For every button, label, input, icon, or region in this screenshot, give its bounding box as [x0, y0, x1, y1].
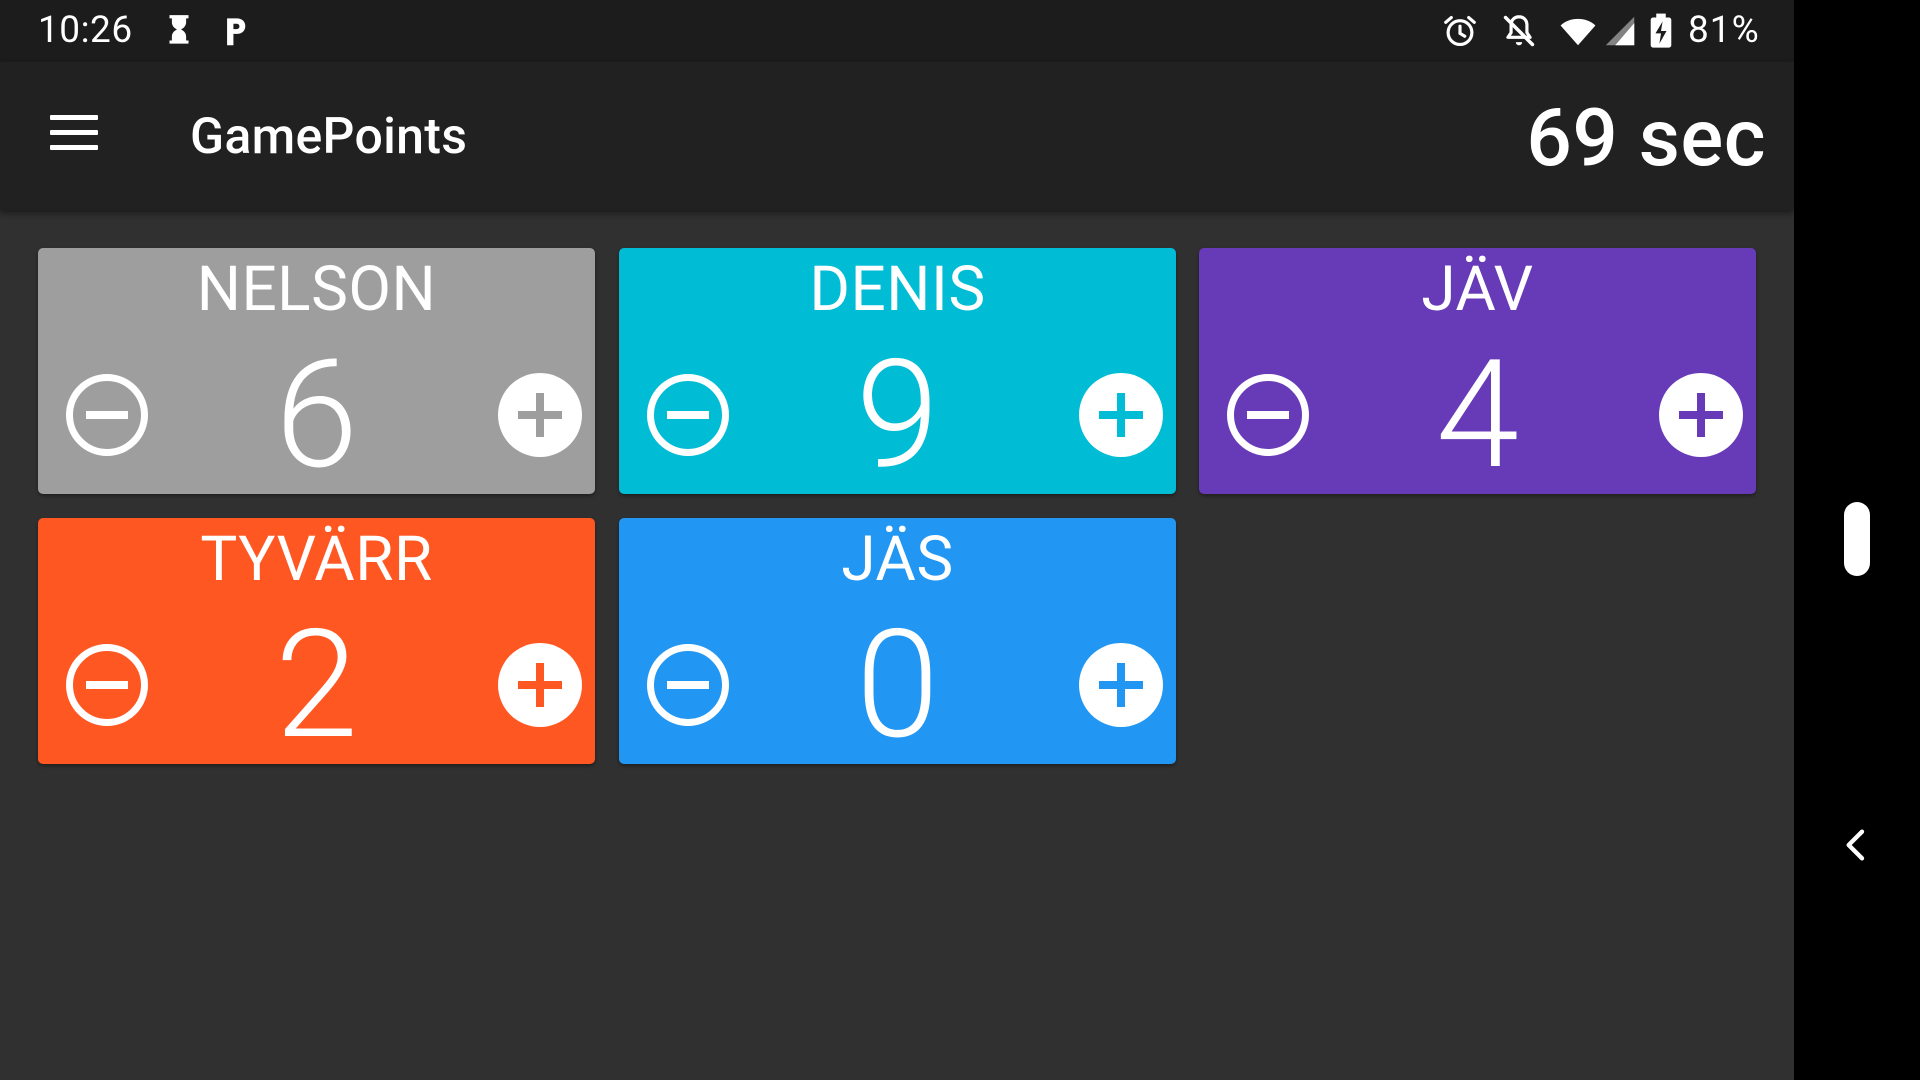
battery-percentage: 81% [1688, 9, 1760, 52]
player-score: 4 [1435, 327, 1520, 503]
hourglass-icon [169, 15, 189, 44]
navigation-bar [1794, 0, 1920, 1080]
decrement-icon[interactable] [65, 373, 149, 457]
player-card-tyvarr[interactable]: TYVÄRR 2 [38, 518, 595, 764]
increment-icon[interactable] [498, 643, 582, 727]
status-time: 10:26 [38, 9, 133, 52]
alarm-icon [1444, 15, 1476, 47]
battery-charging-icon [1650, 13, 1672, 48]
hamburger-menu-icon[interactable] [34, 102, 112, 172]
home-pill-icon[interactable] [1844, 502, 1870, 576]
increment-icon[interactable] [1659, 373, 1743, 457]
wifi-icon [1560, 18, 1596, 46]
player-name: TYVÄRR [200, 523, 433, 596]
player-name: DENIS [809, 253, 986, 326]
screen: 10:26 81% GamePoints 69 sec NELSON 6 DEN… [0, 0, 1794, 1080]
decrement-icon[interactable] [1226, 373, 1310, 457]
app-bar: GamePoints 69 sec [0, 62, 1794, 210]
player-card-nelson[interactable]: NELSON 6 [38, 248, 595, 494]
app-title: GamePoints [190, 108, 468, 166]
decrement-icon[interactable] [646, 643, 730, 727]
player-name: JÄS [841, 523, 954, 596]
notifications-off-icon [1503, 15, 1535, 47]
player-card-jas[interactable]: JÄS 0 [619, 518, 1176, 764]
parking-icon [227, 18, 246, 46]
back-chevron-icon[interactable] [1837, 825, 1877, 865]
player-score: 2 [274, 597, 359, 773]
player-card-denis[interactable]: DENIS 9 [619, 248, 1176, 494]
status-bar: 10:26 81% [0, 0, 1794, 62]
cellular-signal-icon [1605, 16, 1635, 46]
player-score: 0 [855, 597, 940, 773]
decrement-icon[interactable] [646, 373, 730, 457]
player-name: JÄV [1421, 253, 1534, 326]
player-card-jav[interactable]: JÄV 4 [1199, 248, 1756, 494]
increment-icon[interactable] [1079, 643, 1163, 727]
increment-icon[interactable] [1079, 373, 1163, 457]
timer-display[interactable]: 69 sec [1526, 92, 1766, 184]
decrement-icon[interactable] [65, 643, 149, 727]
player-name: NELSON [196, 253, 437, 326]
increment-icon[interactable] [498, 373, 582, 457]
player-score: 9 [855, 327, 940, 503]
player-score: 6 [274, 327, 359, 503]
